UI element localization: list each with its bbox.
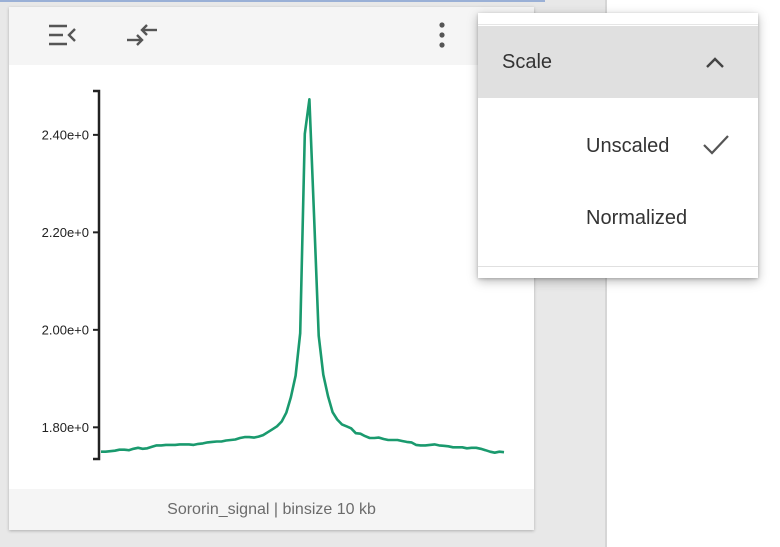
track-toolbar [9,7,534,65]
swap-icon [127,24,157,46]
y-tick-label: 2.40e+0 [42,127,89,142]
scale-menu: Scale Unscaled Normalized [478,13,758,278]
y-tick-label: 2.00e+0 [42,322,89,337]
scale-section-label: Scale [502,51,553,73]
menu-item-label: Normalized [586,207,688,229]
signal-chart: 2.40e+0 2.20e+0 2.00e+0 1.80e+0 [42,89,505,461]
collapse-panel-button[interactable] [47,20,77,50]
top-border [0,0,545,2]
more-options-button[interactable] [427,20,457,50]
more-vert-icon [439,22,445,48]
menu-item-unscaled[interactable]: Unscaled [478,110,758,182]
collapse-panel-icon [49,24,76,46]
y-axis [93,89,101,461]
y-tick-label: 2.20e+0 [42,225,89,240]
plot-area[interactable]: 2.40e+0 2.20e+0 2.00e+0 1.80e+0 [9,65,534,489]
y-tick-label: 1.80e+0 [42,420,89,435]
track-caption: Sororin_signal | binsize 10 kb [9,489,534,530]
scale-section-header[interactable]: Scale [478,26,758,98]
check-icon [703,135,729,155]
menu-divider-top [478,24,758,25]
track-card: 2.40e+0 2.20e+0 2.00e+0 1.80e+0 Sororin_sig… [9,7,534,530]
chevron-up-icon [706,57,724,68]
menu-item-normalized[interactable]: Normalized [478,182,758,254]
menu-item-label: Unscaled [586,135,670,157]
swap-button[interactable] [125,20,157,50]
menu-divider-bottom [478,266,758,267]
signal-line [101,97,505,455]
